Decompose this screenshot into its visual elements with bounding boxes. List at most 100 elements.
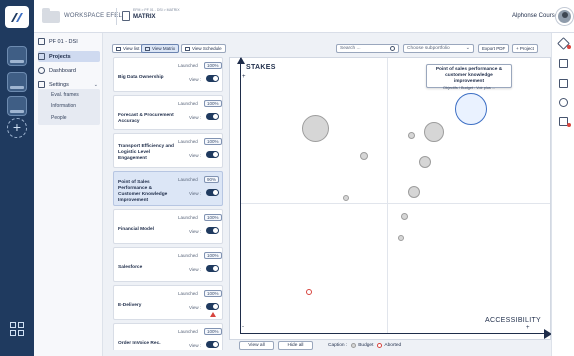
export-pdf-button[interactable]: Export PDF <box>478 44 510 53</box>
project-card[interactable]: Order InVoice Rec. Launched 100% View : <box>113 323 223 350</box>
project-status: Launched <box>178 215 198 220</box>
x-axis-plus: + <box>526 325 530 331</box>
stakes-accessibility-matrix: STAKES ACCESSIBILITY + - + Point of sale… <box>229 57 552 340</box>
budget-legend-icon <box>351 343 357 348</box>
project-nav: PF 01 - DSI Projects Dashboard Settings … <box>34 33 103 356</box>
folder-icon <box>38 38 45 45</box>
project-bubble[interactable] <box>408 132 415 139</box>
view-matrix-label: View Matrix <box>152 46 176 51</box>
document-icon[interactable] <box>559 59 568 68</box>
user-name[interactable]: Alphonse Course <box>512 13 558 19</box>
tooltip-title: Point of sales performance & customer kn… <box>435 67 503 84</box>
logo-icon <box>11 13 23 22</box>
project-bubble[interactable] <box>343 195 349 201</box>
project-bubble[interactable] <box>401 213 408 220</box>
matrix-icon <box>145 46 150 51</box>
progress-badge: 100% <box>204 138 222 145</box>
chevron-down-icon: ⌄ <box>465 45 470 51</box>
project-bubble-selected[interactable] <box>455 93 487 125</box>
progress-badge: 90% <box>204 176 220 183</box>
nav-subitem-people[interactable]: People <box>51 115 67 121</box>
legend-budget: Budget <box>358 343 374 348</box>
project-card-selected[interactable]: Point of Sales Performance & Customer Kn… <box>113 171 223 206</box>
visibility-toggle[interactable] <box>206 113 219 120</box>
project-title[interactable]: PF 01 - DSI <box>38 36 100 47</box>
project-name: Financial Model <box>118 227 154 232</box>
warning-icon <box>210 312 216 317</box>
view-schedule-label: View Schedule <box>192 46 222 51</box>
project-status: Launched <box>178 253 198 258</box>
rail-portfolio-button[interactable] <box>7 72 27 92</box>
project-card[interactable]: Transport Efficiency and Logistic Level … <box>113 133 223 168</box>
view-matrix-button[interactable]: View Matrix <box>141 44 180 53</box>
visibility-toggle[interactable] <box>206 303 219 310</box>
nav-subitem-information[interactable]: Information <box>51 103 76 109</box>
nav-item-label: Projects <box>49 53 71 60</box>
view-label: View : <box>189 153 202 158</box>
project-card[interactable]: Salesforce Launched 100% View : <box>113 247 223 282</box>
legend-aborted: Aborted <box>384 343 402 348</box>
settings-icon <box>38 81 45 88</box>
visibility-toggle[interactable] <box>206 227 219 234</box>
project-bubble[interactable] <box>302 115 329 142</box>
page-title: MATRIX <box>133 14 156 20</box>
project-bubble-aborted[interactable] <box>306 289 312 295</box>
view-all-button[interactable]: View all <box>239 341 274 350</box>
share-icon[interactable] <box>559 98 568 107</box>
project-name: Transport Efficiency and Logistic Level … <box>118 144 174 161</box>
search-input[interactable]: Search ... <box>336 44 399 53</box>
nav-item-dashboard[interactable]: Dashboard <box>38 65 100 76</box>
nav-item-projects[interactable]: Projects <box>38 51 100 62</box>
project-card[interactable]: Forecast & Procurement Accuracy Launched… <box>113 95 223 130</box>
view-schedule-button[interactable]: View Schedule <box>181 44 226 53</box>
project-bubble[interactable] <box>419 156 431 168</box>
search-icon <box>390 46 395 51</box>
workspace-name[interactable]: WORKSPACE EFEL <box>64 13 122 19</box>
folder-icon <box>38 53 45 60</box>
hide-all-button[interactable]: Hide all <box>278 341 313 350</box>
visibility-toggle[interactable] <box>206 341 219 348</box>
visibility-toggle[interactable] <box>206 189 219 196</box>
view-label: View : <box>189 305 202 310</box>
legend-title: Caption : <box>328 343 348 348</box>
project-status: Launched <box>178 139 198 144</box>
visibility-toggle[interactable] <box>206 265 219 272</box>
project-bubble[interactable] <box>398 235 404 241</box>
rail-add-button[interactable]: + <box>7 118 27 138</box>
aborted-legend-icon <box>377 343 383 348</box>
report-icon[interactable] <box>559 79 568 88</box>
project-bubble[interactable] <box>408 186 420 198</box>
subportfolio-select[interactable]: Choose subportfolio ⌄ <box>403 44 474 53</box>
quadrant-divider-horizontal <box>240 203 550 204</box>
rail-workspace-button[interactable] <box>7 46 27 66</box>
add-project-button[interactable]: + Project <box>512 44 538 53</box>
project-card[interactable]: Big Data Ownership Launched 100% View : <box>113 57 223 92</box>
tooltip-link[interactable]: Objectifs / Budget : Voir plus ... <box>427 86 511 90</box>
app-logo[interactable] <box>5 6 29 28</box>
nav-subitem-eval-frames[interactable]: Eval. frames <box>51 92 79 98</box>
notification-badge <box>567 45 571 49</box>
project-status: Launched <box>178 63 198 68</box>
search-placeholder: Search ... <box>340 46 361 51</box>
project-list: Big Data Ownership Launched 100% View : … <box>113 57 223 350</box>
avatar[interactable] <box>556 8 573 25</box>
progress-badge: 100% <box>204 214 222 221</box>
app-rail: + <box>0 0 34 356</box>
visibility-toggle[interactable] <box>206 151 219 158</box>
breadcrumb[interactable]: EFM > PF 01 - DSI > MATRIX <box>133 8 180 12</box>
project-bubble[interactable] <box>360 152 368 160</box>
project-card[interactable]: Financial Model Launched 100% View : <box>113 209 223 244</box>
rail-report-button[interactable] <box>7 96 27 116</box>
alert-badge <box>567 123 571 127</box>
visibility-toggle[interactable] <box>206 75 219 82</box>
project-name: Salesforce <box>118 265 143 270</box>
nav-item-label: Settings <box>49 81 69 88</box>
project-bubble[interactable] <box>424 122 444 142</box>
matrix-page-icon <box>122 11 130 21</box>
project-card[interactable]: E-Delivery Launched 100% View : <box>113 285 223 320</box>
view-list-button[interactable]: View list <box>112 44 144 53</box>
project-tooltip: Point of sales performance & customer kn… <box>426 64 512 90</box>
view-label: View : <box>189 77 202 82</box>
apps-grid-icon[interactable] <box>10 322 24 336</box>
project-status: Launched <box>178 177 198 182</box>
